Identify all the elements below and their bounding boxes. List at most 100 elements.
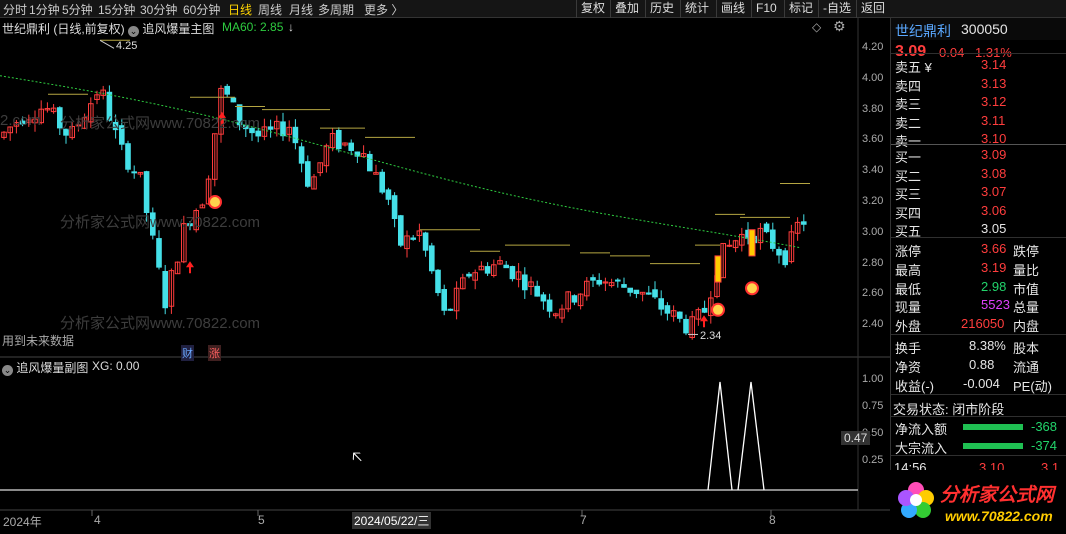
kline-svg[interactable] — [0, 18, 890, 534]
gear-icon[interactable]: ⚙ — [833, 18, 846, 35]
f10-button[interactable]: F10 — [751, 0, 781, 18]
sell-level-row: 卖五 ¥3.14 — [895, 57, 1007, 75]
candle-body — [652, 289, 658, 298]
high-pointer — [99, 39, 115, 49]
add-watchlist-button[interactable]: -自选 — [818, 0, 855, 18]
candle-body — [633, 289, 640, 295]
stat-row: 收益(-) -0.004 PE(动) — [895, 376, 1053, 394]
period-tab[interactable]: 15分钟 — [98, 1, 135, 18]
yaxis-tick-label: 2.60 — [862, 287, 884, 300]
candle-body — [621, 284, 627, 288]
watermark: 2.com — [0, 112, 41, 129]
cursor-value-label: 0.47 — [841, 431, 871, 445]
adjust-button[interactable]: 复权 — [576, 0, 609, 18]
xg-spike — [737, 381, 765, 491]
ma60-label: MA60: 2.85 — [222, 20, 284, 34]
candle-body — [398, 215, 404, 246]
main-indicator-selector[interactable]: ⌄ 追风爆量主图 — [128, 20, 214, 37]
stat-row: 净资 0.88 流通 — [895, 357, 1040, 375]
stock-title: 世纪鼎利 (日线,前复权) — [2, 22, 125, 36]
watermark: 分析家公式网www.70822.com — [60, 315, 261, 332]
sub-yaxis-tick-label: 0.75 — [862, 400, 884, 412]
yaxis-tick-label: 4.00 — [862, 71, 884, 84]
diamond-icon[interactable]: ◇ — [812, 20, 821, 34]
chart-area[interactable]: 2.com 分析家公式网www.70822.com 分析家公式网www.7082… — [0, 18, 890, 534]
back-button[interactable]: 返回 — [856, 0, 889, 18]
candle-body — [534, 285, 541, 297]
period-tab[interactable]: 多周期 — [318, 1, 354, 18]
candle-body — [540, 294, 547, 302]
stock-name: 世纪鼎利 — [895, 23, 951, 39]
candle-body — [224, 85, 230, 95]
buy-level-row: 买一 3.09 — [895, 147, 1007, 165]
overlay-button[interactable]: 叠加 — [610, 0, 643, 18]
mark-button[interactable]: 标记 — [784, 0, 817, 18]
xaxis-label: 5 — [258, 513, 265, 527]
period-toolbar: 分时 1分钟 5分钟 15分钟 30分钟 60分钟 日线 周线 月线 多周期 更… — [0, 0, 1066, 18]
logo-url: www.70822.com — [945, 508, 1053, 524]
xg-label: XG: 0.00 — [92, 359, 140, 373]
xaxis-label: 7 — [580, 513, 587, 527]
candle-body — [801, 221, 807, 225]
period-tab[interactable]: 月线 — [289, 1, 313, 18]
candle-body — [484, 266, 491, 274]
candle-body — [571, 295, 578, 303]
stat-row: 最高 3.19 量比 — [895, 259, 1040, 278]
candle-body — [429, 245, 435, 272]
buy-arrow-icon — [186, 261, 194, 274]
stat-row: 外盘 216050 内盘 — [895, 316, 1040, 335]
period-tab[interactable]: 5分钟 — [62, 1, 93, 18]
candle-body — [267, 126, 274, 130]
candle-body — [658, 298, 665, 310]
quote-panel: 世纪鼎利 300050 3.09 0.04 1.31% 卖五 ¥3.14 卖四 3.… — [890, 18, 1066, 534]
mouse-cursor-icon: 🡤 — [352, 449, 363, 466]
buy-arrow-icon — [700, 315, 708, 328]
candle-body — [385, 189, 392, 200]
candle-body — [770, 229, 776, 249]
trade-state: 交易状态: 闭市阶段 — [893, 402, 1005, 417]
stats-button[interactable]: 统计 — [680, 0, 713, 18]
sub-indicator-selector[interactable]: ⌄ 追风爆量副图 — [2, 359, 88, 376]
yaxis-tick-label: 3.40 — [862, 164, 884, 177]
candle-body — [410, 237, 416, 240]
candle-body — [447, 308, 454, 311]
more-periods-tab[interactable]: 更多 〉 — [364, 1, 403, 18]
yaxis-tick-label: 3.20 — [862, 195, 884, 207]
stat-row: 最低 2.98 市值 — [895, 278, 1040, 297]
limit-up-badge[interactable]: 涨 — [208, 345, 221, 361]
stock-code: 300050 — [961, 21, 1008, 37]
signal-badge-icon — [711, 302, 725, 317]
period-tab[interactable]: 周线 — [258, 1, 282, 18]
xaxis-label: 2024年 — [3, 515, 42, 529]
candle-body — [782, 250, 789, 266]
candle-body — [646, 292, 652, 295]
chevron-down-icon: ⌄ — [128, 26, 139, 37]
period-tab[interactable]: 60分钟 — [183, 1, 220, 18]
yaxis-tick-label: 4.20 — [862, 41, 884, 53]
history-button[interactable]: 历史 — [645, 0, 678, 18]
sell-level-row: 卖三 3.12 — [895, 94, 1007, 112]
stat-row: 现量 5523 总量 — [895, 297, 1040, 316]
xaxis-label: 8 — [769, 513, 776, 527]
sub-yaxis-tick-label: 0.25 — [862, 454, 884, 466]
watermark: 分析家公式网www.70822.com — [60, 115, 261, 132]
period-tab[interactable]: 1分钟 — [29, 1, 60, 18]
candle-body — [280, 121, 286, 137]
xg-spike — [707, 381, 733, 491]
period-tab-daily[interactable]: 日线 — [228, 1, 252, 18]
period-tab[interactable]: 分时 — [3, 1, 27, 18]
sell-level-row: 卖四 3.13 — [895, 75, 1007, 94]
high-price-label: 4.25 — [116, 40, 138, 52]
site-logo: 分析家公式网 www.70822.com — [890, 470, 1066, 534]
yaxis-tick-label: 3.80 — [862, 102, 884, 115]
main-indicator-name: 追风爆量主图 — [142, 22, 215, 36]
candle-body — [162, 271, 168, 309]
stat-row: 换手 8.38% 股本 — [895, 338, 1040, 356]
quote-header: 世纪鼎利 300050 — [891, 18, 1066, 40]
period-tab[interactable]: 30分钟 — [140, 1, 177, 18]
candle-body — [125, 143, 131, 170]
finance-badge[interactable]: 财 — [181, 345, 194, 361]
flow-bar — [963, 424, 1023, 430]
candle-body — [763, 223, 770, 233]
draw-button[interactable]: 画线 — [716, 0, 749, 18]
